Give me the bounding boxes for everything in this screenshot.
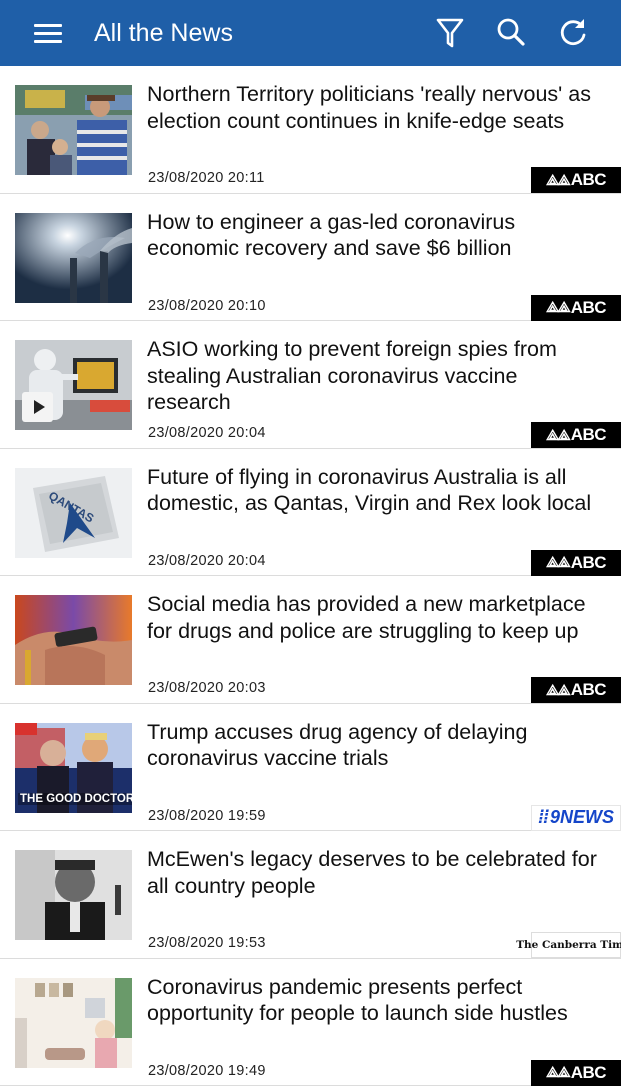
filter-icon[interactable] [432,15,468,51]
article-headline: Future of flying in coronavirus Australi… [147,464,607,517]
article-timestamp: 23/08/2020 20:04 [148,553,266,569]
article-item[interactable]: Coronavirus pandemic presents perfect op… [0,959,621,1086]
refresh-icon[interactable] [555,15,591,51]
article-headline: ASIO working to prevent foreign spies fr… [147,336,607,416]
article-thumbnail [15,850,132,940]
article-thumbnail: THE GOOD DOCTOR [15,723,132,813]
article-headline: Northern Territory politicians 'really n… [147,81,607,134]
news-feed: Northern Territory politicians 'really n… [0,66,621,1086]
article-headline: How to engineer a gas-led coronavirus ec… [147,209,607,262]
abc-logo: ⟁⟁ABC [531,167,621,193]
abc-logo: ⟁⟁ABC [531,295,621,321]
article-timestamp: 23/08/2020 19:49 [148,1063,266,1079]
search-icon[interactable] [493,15,529,51]
article-thumbnail [15,340,132,430]
article-thumbnail [15,595,132,685]
article-headline: Coronavirus pandemic presents perfect op… [147,974,607,1027]
article-thumbnail [15,213,132,303]
article-timestamp: 23/08/2020 20:10 [148,298,266,314]
article-item[interactable]: ASIO working to prevent foreign spies fr… [0,321,621,449]
abc-logo: ⟁⟁ABC [531,677,621,703]
article-headline: Social media has provided a new marketpl… [147,591,607,644]
article-thumbnail [15,978,132,1068]
thumbnail-caption: THE GOOD DOCTOR [18,793,132,805]
article-item[interactable]: Social media has provided a new marketpl… [0,576,621,704]
article-timestamp: 23/08/2020 19:59 [148,808,266,824]
article-timestamp: 23/08/2020 20:11 [148,170,265,186]
9news-logo: ⁞⁞9NEWS [531,805,621,831]
app-bar: All the News [0,0,621,66]
article-item[interactable]: Northern Territory politicians 'really n… [0,66,621,194]
canberra-times-logo: The Canberra Times [531,932,621,958]
abc-logo: ⟁⟁ABC [531,1060,621,1086]
article-item[interactable]: QANTAS Future of flying in coronavirus A… [0,449,621,577]
article-timestamp: 23/08/2020 19:53 [148,935,266,951]
article-timestamp: 23/08/2020 20:04 [148,425,266,441]
article-item[interactable]: THE GOOD DOCTOR Trump accuses drug agenc… [0,704,621,832]
article-item[interactable]: How to engineer a gas-led coronavirus ec… [0,194,621,322]
video-play-icon [22,392,53,422]
abc-logo: ⟁⟁ABC [531,550,621,576]
abc-logo: ⟁⟁ABC [531,422,621,448]
article-timestamp: 23/08/2020 20:03 [148,680,266,696]
app-title: All the News [94,18,233,48]
article-thumbnail: QANTAS [15,468,132,558]
menu-icon[interactable] [28,18,68,48]
article-thumbnail [15,85,132,175]
article-item[interactable]: McEwen's legacy deserves to be celebrate… [0,831,621,959]
article-headline: Trump accuses drug agency of delaying co… [147,719,607,772]
article-headline: McEwen's legacy deserves to be celebrate… [147,846,607,899]
